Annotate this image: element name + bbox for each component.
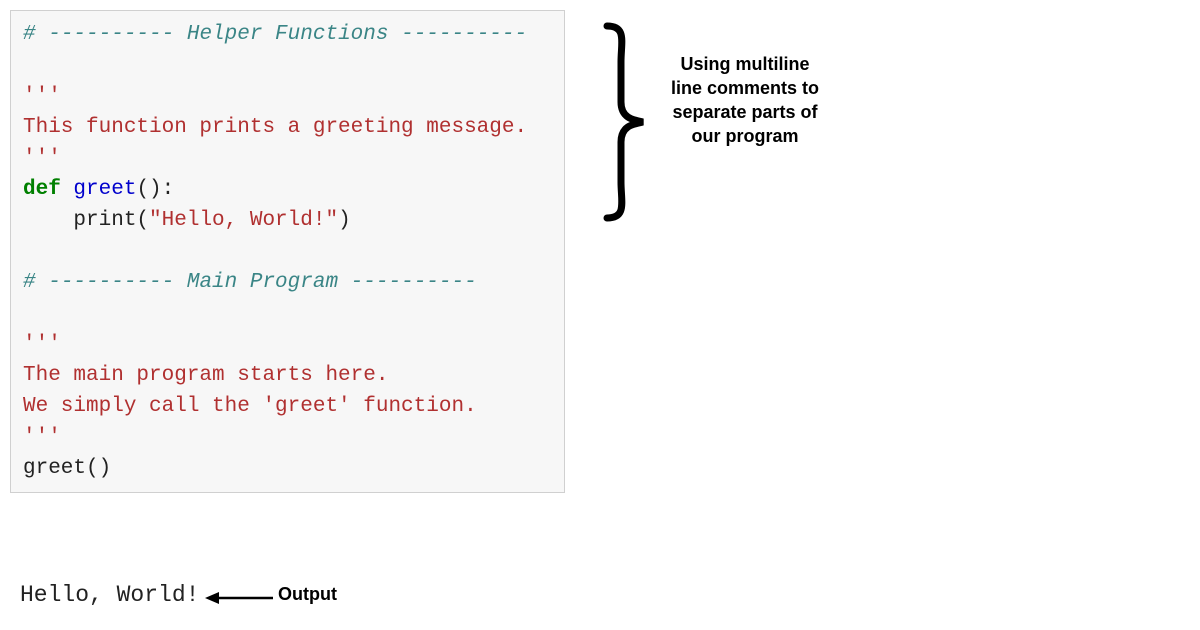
print-line: print("Hello, World!") [23, 209, 351, 232]
section-comment-main: # ---------- Main Program ---------- [23, 271, 477, 294]
output-text: Hello, World! [20, 582, 199, 608]
docstring-text-2a: The main program starts here. [23, 364, 388, 387]
code-block: # ---------- Helper Functions ----------… [10, 10, 565, 493]
docstring-open-2: ''' [23, 333, 61, 356]
output-label: Output [278, 584, 337, 605]
greet-call: greet() [23, 457, 111, 480]
docstring-text-1: This function prints a greeting message. [23, 116, 527, 139]
docstring-close-2: ''' [23, 426, 61, 449]
def-line: def greet(): [23, 178, 174, 201]
docstring-text-2b: We simply call the 'greet' function. [23, 395, 477, 418]
curly-brace-icon [595, 22, 655, 222]
arrow-left-icon [205, 590, 275, 606]
docstring-open-1: ''' [23, 85, 61, 108]
docstring-close-1: ''' [23, 147, 61, 170]
section-comment-helper: # ---------- Helper Functions ---------- [23, 23, 527, 46]
brace-annotation-label: Using multiline line comments to separat… [665, 52, 825, 148]
